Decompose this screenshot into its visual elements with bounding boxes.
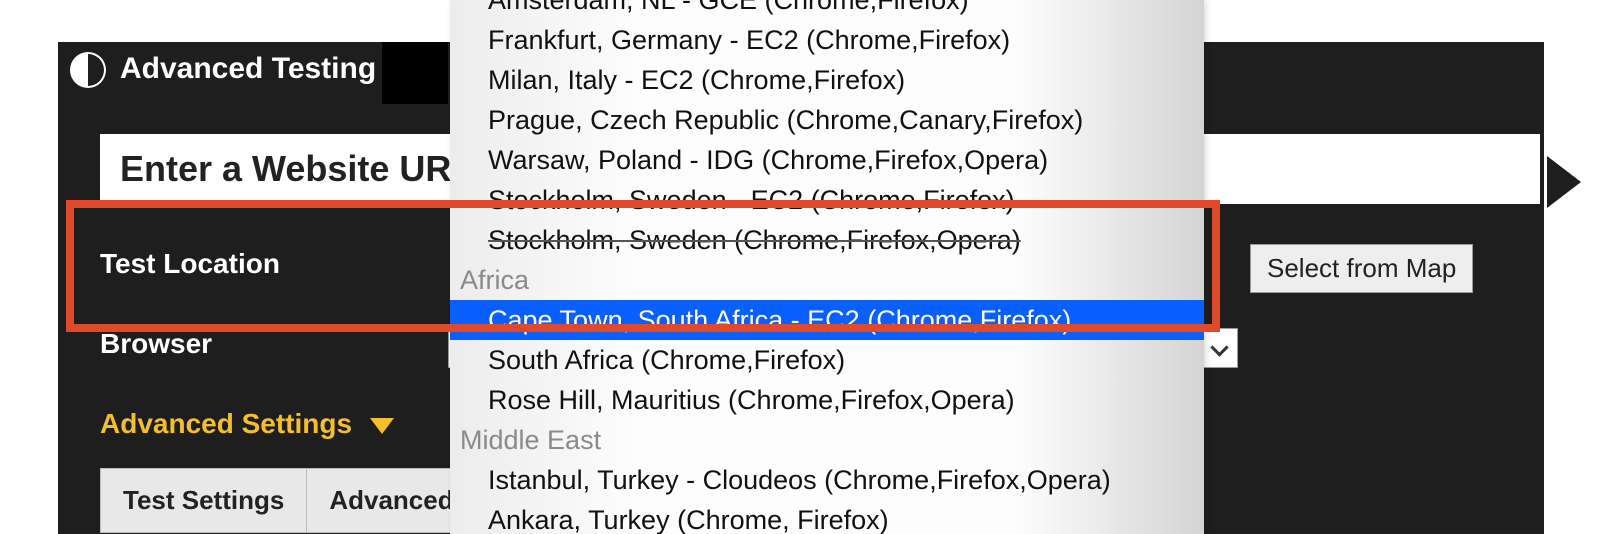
location-dropdown[interactable]: Amsterdam, NL - GCE (Chrome,Firefox)Fran… <box>450 0 1204 534</box>
start-test-arrow-icon[interactable] <box>1547 156 1581 208</box>
location-option[interactable]: South Africa (Chrome,Firefox) <box>450 340 1204 380</box>
location-option[interactable]: Warsaw, Poland - IDG (Chrome,Firefox,Ope… <box>450 140 1204 180</box>
app-logo-icon <box>70 52 106 88</box>
select-from-map-button[interactable]: Select from Map <box>1250 244 1473 293</box>
advanced-settings-label: Advanced Settings <box>100 408 352 439</box>
location-option[interactable]: Istanbul, Turkey - Cloudeos (Chrome,Fire… <box>450 460 1204 500</box>
chevron-down-icon <box>1211 339 1229 357</box>
label-test-location: Test Location <box>100 248 280 280</box>
label-browser: Browser <box>100 328 212 360</box>
location-option[interactable]: Amsterdam, NL - GCE (Chrome,Firefox) <box>450 0 1204 20</box>
location-option[interactable]: Milan, Italy - EC2 (Chrome,Firefox) <box>450 60 1204 100</box>
location-option[interactable]: Prague, Czech Republic (Chrome,Canary,Fi… <box>450 100 1204 140</box>
tab-divider <box>382 42 448 104</box>
location-optgroup: Middle East <box>450 420 1204 460</box>
location-option[interactable]: Ankara, Turkey (Chrome, Firefox) <box>450 500 1204 534</box>
advanced-settings-toggle[interactable]: Advanced Settings <box>100 408 394 440</box>
location-option[interactable]: Cape Town, South Africa - EC2 (Chrome,Fi… <box>450 300 1204 340</box>
tab-test-settings[interactable]: Test Settings <box>100 468 307 533</box>
triangle-down-icon <box>370 418 394 434</box>
location-optgroup: Africa <box>450 260 1204 300</box>
location-option[interactable]: Stockholm, Sweden - EC2 (Chrome,Firefox) <box>450 180 1204 220</box>
location-option[interactable]: Stockholm, Sweden (Chrome,Firefox,Opera) <box>450 220 1204 260</box>
tab-advanced-testing[interactable]: Advanced Testing <box>120 52 376 86</box>
location-option[interactable]: Frankfurt, Germany - EC2 (Chrome,Firefox… <box>450 20 1204 60</box>
location-option[interactable]: Rose Hill, Mauritius (Chrome,Firefox,Ope… <box>450 380 1204 420</box>
